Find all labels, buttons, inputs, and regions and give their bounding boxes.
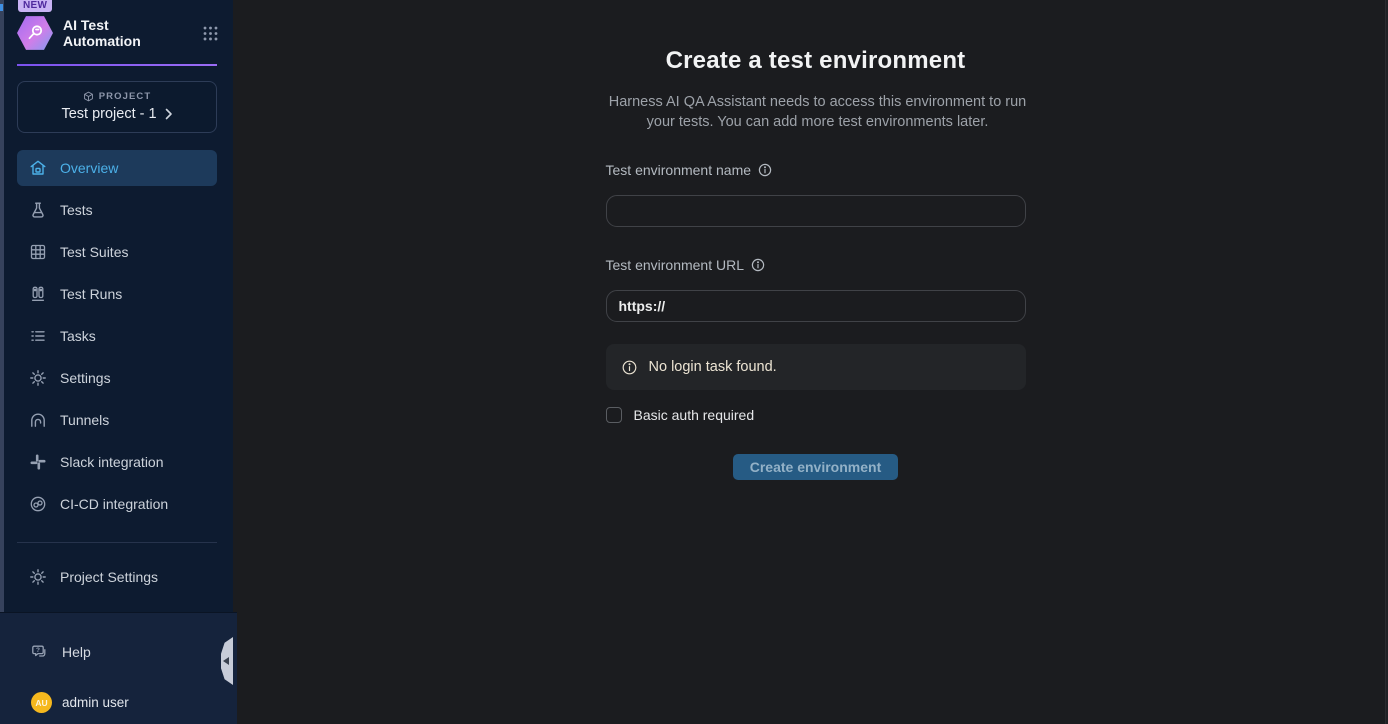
home-icon [29, 159, 47, 177]
sidebar-footer: ? Help AU admin user [0, 612, 237, 724]
project-eyebrow: PROJECT [24, 91, 210, 102]
help-button[interactable]: ? Help [31, 643, 221, 661]
gear-icon [29, 568, 47, 586]
sidebar-item-overview[interactable]: Overview [17, 150, 217, 186]
user-menu[interactable]: AU admin user [31, 692, 221, 713]
project-eyebrow-label: PROJECT [99, 91, 152, 102]
gear-icon [29, 369, 47, 387]
sidebar-item-label: CI-CD integration [60, 496, 168, 512]
apps-grid-icon[interactable] [202, 25, 219, 42]
sidebar-item-tunnels[interactable]: Tunnels [17, 402, 217, 438]
app-logo [17, 15, 53, 51]
sidebar-item-tasks[interactable]: Tasks [17, 318, 217, 354]
project-name: Test project - 1 [61, 106, 156, 122]
slack-icon [29, 453, 47, 471]
user-name: admin user [62, 695, 129, 710]
sidebar-item-label: Project Settings [60, 569, 158, 585]
page-title: Create a test environment [606, 47, 1026, 75]
sidebar-item-test-runs[interactable]: Test Runs [17, 276, 217, 312]
sidebar-item-label: Settings [60, 370, 111, 386]
create-environment-button[interactable]: Create environment [733, 454, 898, 480]
environment-url-input[interactable] [606, 290, 1026, 322]
help-label: Help [62, 644, 91, 660]
grid-icon [29, 243, 47, 261]
page-subtitle: Harness AI QA Assistant needs to access … [606, 92, 1030, 132]
columns-icon [29, 285, 47, 303]
basic-auth-checkbox[interactable] [606, 407, 622, 423]
sidebar-item-slack-integration[interactable]: Slack integration [17, 444, 217, 480]
collapse-arrow-icon [223, 657, 229, 665]
info-icon [622, 360, 637, 375]
sidebar: NEW AI Test Automation PROJECT Test proj [0, 0, 233, 724]
svg-text:?: ? [36, 647, 40, 654]
help-chat-icon: ? [31, 643, 49, 661]
link-circles-icon [29, 495, 47, 513]
sidebar-item-label: Test Runs [60, 286, 122, 302]
tunnel-icon [29, 411, 47, 429]
avatar: AU [31, 692, 52, 713]
sidebar-item-test-suites[interactable]: Test Suites [17, 234, 217, 270]
sidebar-item-label: Tunnels [60, 412, 109, 428]
nav-divider [17, 542, 217, 543]
basic-auth-label: Basic auth required [634, 407, 755, 423]
app-title: AI Test Automation [63, 17, 159, 49]
basic-auth-row: Basic auth required [606, 407, 1026, 423]
notice-text: No login task found. [649, 359, 777, 375]
create-environment-form: Create a test environment Harness AI QA … [606, 0, 1026, 480]
sidebar-item-project-settings[interactable]: Project Settings [17, 559, 217, 595]
list-icon [29, 327, 47, 345]
environment-name-label-text: Test environment name [606, 162, 752, 178]
info-icon [751, 258, 765, 272]
left-edge-accent [0, 4, 3, 11]
sidebar-item-label: Slack integration [60, 454, 164, 470]
environment-url-label: Test environment URL [606, 257, 1026, 273]
environment-name-input[interactable] [606, 195, 1026, 227]
sidebar-item-label: Tasks [60, 328, 96, 344]
sidebar-item-label: Test Suites [60, 244, 128, 260]
sidebar-item-label: Tests [60, 202, 93, 218]
sidebar-item-tests[interactable]: Tests [17, 192, 217, 228]
main-content: Create a test environment Harness AI QA … [233, 0, 1388, 724]
login-task-notice: No login task found. [606, 344, 1026, 390]
sidebar-item-label: Overview [60, 160, 118, 176]
sidebar-nav: Overview Tests Test Suites Test Runs Tas… [17, 150, 217, 522]
project-selector[interactable]: PROJECT Test project - 1 [17, 81, 217, 133]
robot-search-icon [24, 22, 46, 44]
cube-icon [83, 91, 94, 102]
chevron-right-icon [165, 108, 173, 120]
sidebar-item-settings[interactable]: Settings [17, 360, 217, 396]
flask-icon [29, 201, 47, 219]
info-icon [758, 163, 772, 177]
environment-url-label-text: Test environment URL [606, 257, 745, 273]
environment-name-label: Test environment name [606, 162, 1026, 178]
new-badge: NEW [18, 0, 52, 12]
header-divider [17, 64, 217, 66]
sidebar-item-cicd-integration[interactable]: CI-CD integration [17, 486, 217, 522]
